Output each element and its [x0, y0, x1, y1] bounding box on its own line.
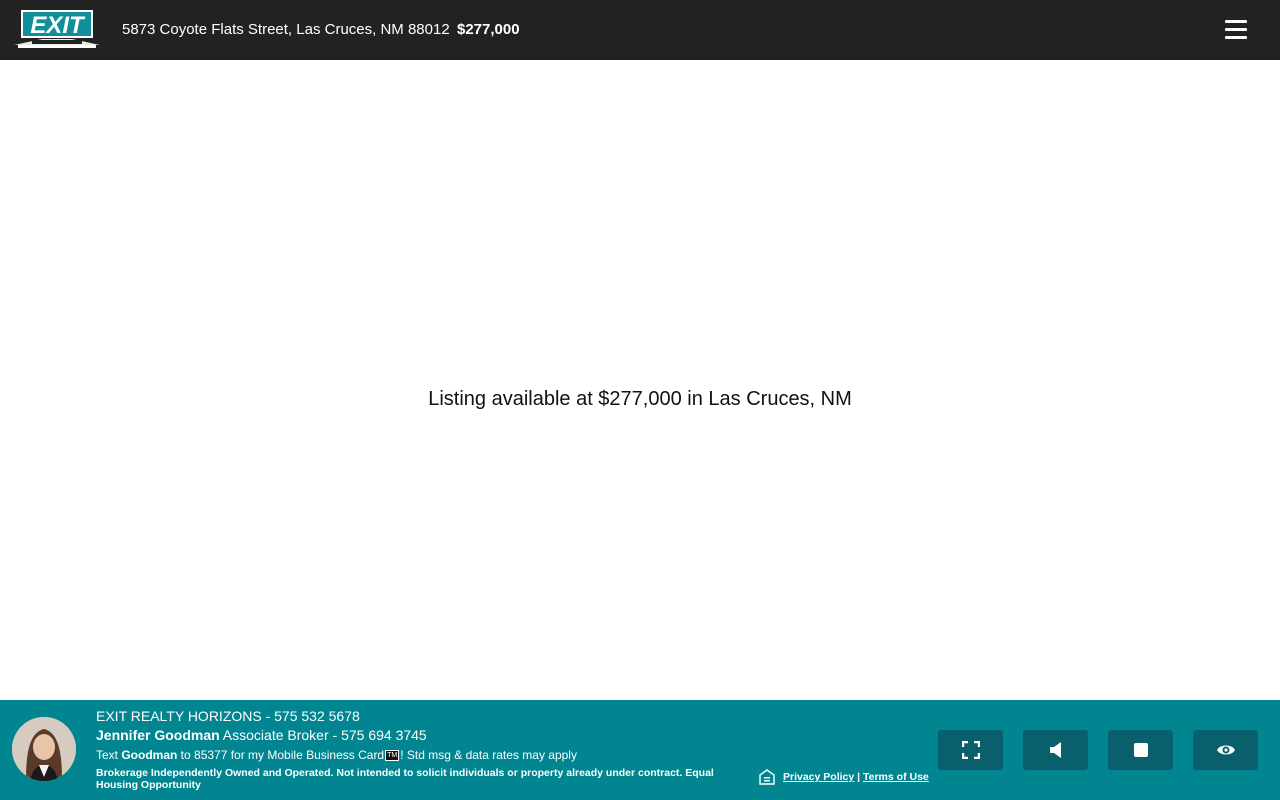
eye-icon	[1216, 745, 1235, 755]
top-bar: EXIT 5873 Coyote Flats Street, Las Cruce…	[0, 0, 1280, 60]
svg-text:EXIT: EXIT	[30, 12, 86, 39]
agent-avatar	[12, 717, 76, 781]
fullscreen-button[interactable]	[938, 730, 1003, 770]
fullscreen-icon	[961, 741, 980, 759]
sms-keyword: Goodman	[121, 748, 178, 762]
brokerage-info: EXIT REALTY HORIZONS - 575 532 5678	[96, 708, 360, 724]
legal-links: Privacy Policy | Terms of Use	[783, 771, 929, 783]
sms-suffix: ! Std msg & data rates may apply	[400, 748, 577, 762]
stop-icon	[1133, 743, 1148, 757]
exit-realty-logo[interactable]: EXIT	[12, 9, 102, 50]
hamburger-menu-icon[interactable]	[1220, 17, 1252, 43]
stop-button[interactable]	[1108, 730, 1173, 770]
audio-button[interactable]	[1023, 730, 1088, 770]
listing-message: Listing available at $277,000 in Las Cru…	[428, 388, 852, 410]
brokerage-disclaimer: Brokerage Independently Owned and Operat…	[96, 767, 714, 791]
equal-housing-icon	[759, 769, 775, 785]
listing-address: 5873 Coyote Flats Street, Las Cruces, NM…	[122, 21, 450, 38]
sms-info: Text Goodman to 85377 for my Mobile Busi…	[96, 748, 577, 763]
agent-info: Jennifer Goodman Associate Broker - 575 …	[96, 727, 427, 743]
link-separator: |	[854, 771, 863, 783]
view-button[interactable]	[1193, 730, 1258, 770]
agent-footer: EXIT REALTY HORIZONS - 575 532 5678 Jenn…	[0, 700, 1280, 800]
privacy-policy-link[interactable]: Privacy Policy	[783, 771, 854, 783]
agent-name: Jennifer Goodman	[96, 727, 220, 743]
sms-middle: to 85377 for my Mobile Business Card	[177, 748, 385, 762]
agent-title: Associate Broker - 575 694 3745	[219, 727, 427, 743]
speaker-icon	[1049, 742, 1061, 758]
main-content: Listing available at $277,000 in Las Cru…	[0, 60, 1280, 700]
listing-price: $277,000	[457, 21, 520, 38]
terms-of-use-link[interactable]: Terms of Use	[863, 771, 929, 783]
trademark-badge: TM	[385, 750, 400, 762]
sms-prefix: Text	[96, 748, 122, 762]
